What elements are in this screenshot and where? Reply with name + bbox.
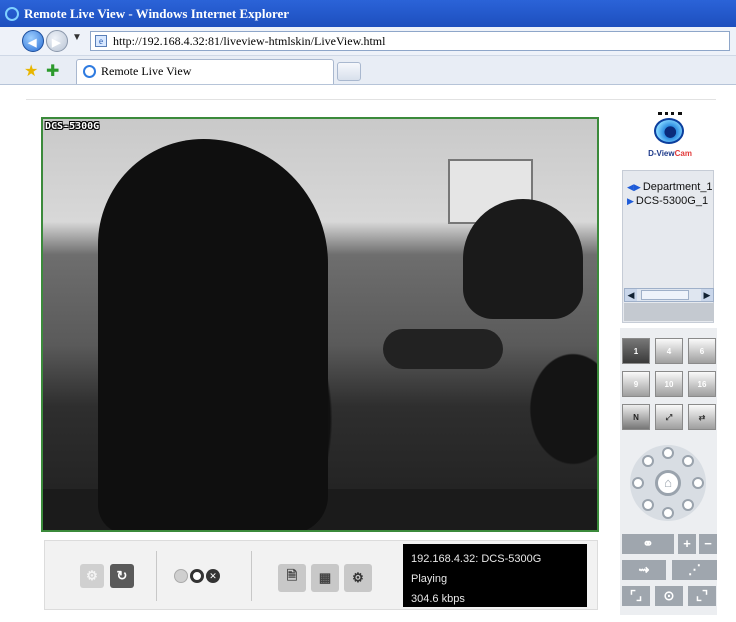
back-button[interactable]: ◀: [22, 30, 44, 52]
ptz-home-button[interactable]: ⌂: [655, 470, 681, 496]
page-icon: e: [95, 35, 107, 47]
scroll-left-icon[interactable]: ◀: [625, 289, 637, 301]
status-camera: 192.168.4.32: DCS-5300G: [411, 553, 542, 565]
scene-chair-seat: [383, 329, 503, 369]
address-url: http://192.168.4.32:81/liveview-htmlskin…: [113, 34, 386, 48]
tree-scrollbar[interactable]: ◀ ▶: [624, 288, 714, 302]
binoculars-icon: ⚭: [642, 536, 654, 551]
settings-disabled-button[interactable]: ⚙: [80, 564, 104, 588]
scroll-thumb[interactable]: [641, 290, 689, 300]
patrol-button[interactable]: ⇝: [622, 560, 666, 580]
ptz-left-icon[interactable]: [632, 477, 644, 489]
ptz-down-left-icon[interactable]: [642, 499, 654, 511]
rotate-icon: ↻: [116, 568, 128, 583]
gear-icon: ⚙: [352, 570, 364, 585]
tree-item-camera[interactable]: ▶ DCS-5300G_1: [627, 195, 708, 207]
window-title: Remote Live View - Windows Internet Expl…: [24, 5, 290, 21]
layout-9-button[interactable]: 9: [622, 371, 650, 397]
focus-auto-button[interactable]: ⊙: [655, 586, 683, 606]
divider: [26, 99, 716, 100]
address-input[interactable]: e http://192.168.4.32:81/liveview-htmlsk…: [90, 31, 730, 51]
speaker-arrow-icon: ◀▶: [627, 182, 641, 192]
patrol-icon: ⇝: [638, 562, 650, 577]
scene-chair-back: [463, 199, 583, 319]
forward-arrow-icon: ▶: [52, 37, 61, 49]
ptz-down-icon[interactable]: [662, 507, 674, 519]
status-state: Playing: [411, 573, 448, 585]
tree-item-department[interactable]: ◀▶ Department_1: [627, 181, 713, 193]
record-file-button[interactable]: 🗎: [278, 564, 306, 592]
autopan-icon: ⋰: [688, 562, 701, 577]
layout-1-button[interactable]: 1: [622, 338, 650, 364]
scroll-right-icon[interactable]: ▶: [701, 289, 713, 301]
home-icon: ⌂: [664, 475, 672, 490]
binoculars-button[interactable]: ⚭: [622, 534, 674, 554]
scene-chair-foreground: [98, 139, 328, 530]
expand-icon: ⤢: [665, 413, 673, 422]
focus-far-icon: ⌞⌝: [695, 588, 709, 603]
ptz-up-right-icon[interactable]: [682, 455, 694, 467]
layout-4-button[interactable]: 4: [655, 338, 683, 364]
separator: [251, 551, 252, 601]
eye-icon: [654, 118, 684, 144]
control-panel: 1 4 6 9 10 16 N ⤢ ⇄ ⌂ ⚭ + − ⇝ ⋰ ⌜⌟ ⊙ ⌞⌝: [620, 328, 717, 615]
layout-10-button[interactable]: 10: [655, 371, 683, 397]
back-arrow-icon: ◀: [28, 37, 37, 49]
swap-icon: ⇄: [698, 413, 706, 422]
status-display: 192.168.4.32: DCS-5300G Playing 304.6 kb…: [403, 544, 587, 607]
zoom-in-button[interactable]: +: [678, 534, 696, 554]
ie-tab-icon: [83, 65, 96, 78]
auto-pan-button[interactable]: ⋰: [672, 560, 717, 580]
ptz-up-left-icon[interactable]: [642, 455, 654, 467]
tab-bar: ★ ✚ Remote Live View: [0, 56, 736, 85]
cycle-view-button[interactable]: ⇄: [688, 404, 716, 430]
dviewcam-logo: D-ViewCam: [636, 112, 704, 162]
tree-footer: [624, 303, 714, 321]
play-arrow-icon: ▶: [627, 196, 634, 206]
minus-icon: −: [704, 536, 712, 551]
separator: [156, 551, 157, 601]
forward-button[interactable]: ▶: [46, 30, 68, 52]
ptz-up-icon[interactable]: [662, 447, 674, 459]
live-video-view[interactable]: DCS-5300G: [41, 117, 599, 532]
plus-icon: +: [683, 536, 691, 551]
video-clip-button[interactable]: ▦: [311, 564, 339, 592]
settings-button[interactable]: ⚙: [344, 564, 372, 592]
record-icon[interactable]: [190, 569, 204, 583]
address-toolbar: ◀ ▶ ▼ e http://192.168.4.32:81/liveview-…: [0, 27, 736, 56]
focus-auto-icon: ⊙: [663, 588, 675, 603]
new-tab-button[interactable]: [337, 62, 361, 81]
zoom-out-button[interactable]: −: [699, 534, 717, 554]
add-favorites-icon[interactable]: ✚: [46, 61, 59, 81]
snapshot-rotate-button[interactable]: ↻: [110, 564, 134, 588]
speaker-icon[interactable]: [174, 569, 188, 583]
right-sidebar: D-ViewCam ◀▶ Department_1 ▶ DCS-5300G_1 ◀ …: [614, 110, 724, 615]
tab-remote-live-view[interactable]: Remote Live View: [76, 59, 334, 84]
history-dropdown-icon[interactable]: ▼: [72, 32, 82, 43]
layout-16-button[interactable]: 16: [688, 371, 716, 397]
favorites-star-icon[interactable]: ★: [24, 61, 38, 81]
mute-icon[interactable]: ✕: [206, 569, 220, 583]
layout-n-button[interactable]: N: [622, 404, 650, 430]
ptz-down-right-icon[interactable]: [682, 499, 694, 511]
status-bitrate: 304.6 kbps: [411, 593, 465, 605]
ptz-control: ⌂: [630, 445, 706, 521]
focus-far-button[interactable]: ⌞⌝: [688, 586, 716, 606]
ptz-right-icon[interactable]: [692, 477, 704, 489]
browser-titlebar: Remote Live View - Windows Internet Expl…: [0, 0, 736, 27]
fullscreen-button[interactable]: ⤢: [655, 404, 683, 430]
folder-record-icon: 🗎: [286, 568, 298, 583]
layout-6-button[interactable]: 6: [688, 338, 716, 364]
tab-label: Remote Live View: [101, 64, 192, 78]
ie-logo-icon: [5, 6, 19, 21]
audio-controls: ✕: [174, 566, 228, 586]
gear-icon: ⚙: [86, 568, 98, 583]
clapper-icon: ▦: [318, 570, 332, 585]
camera-label: DCS-5300G: [45, 121, 100, 132]
logo-text: D-ViewCam: [648, 149, 692, 158]
focus-near-icon: ⌜⌟: [629, 588, 643, 603]
focus-near-button[interactable]: ⌜⌟: [622, 586, 650, 606]
